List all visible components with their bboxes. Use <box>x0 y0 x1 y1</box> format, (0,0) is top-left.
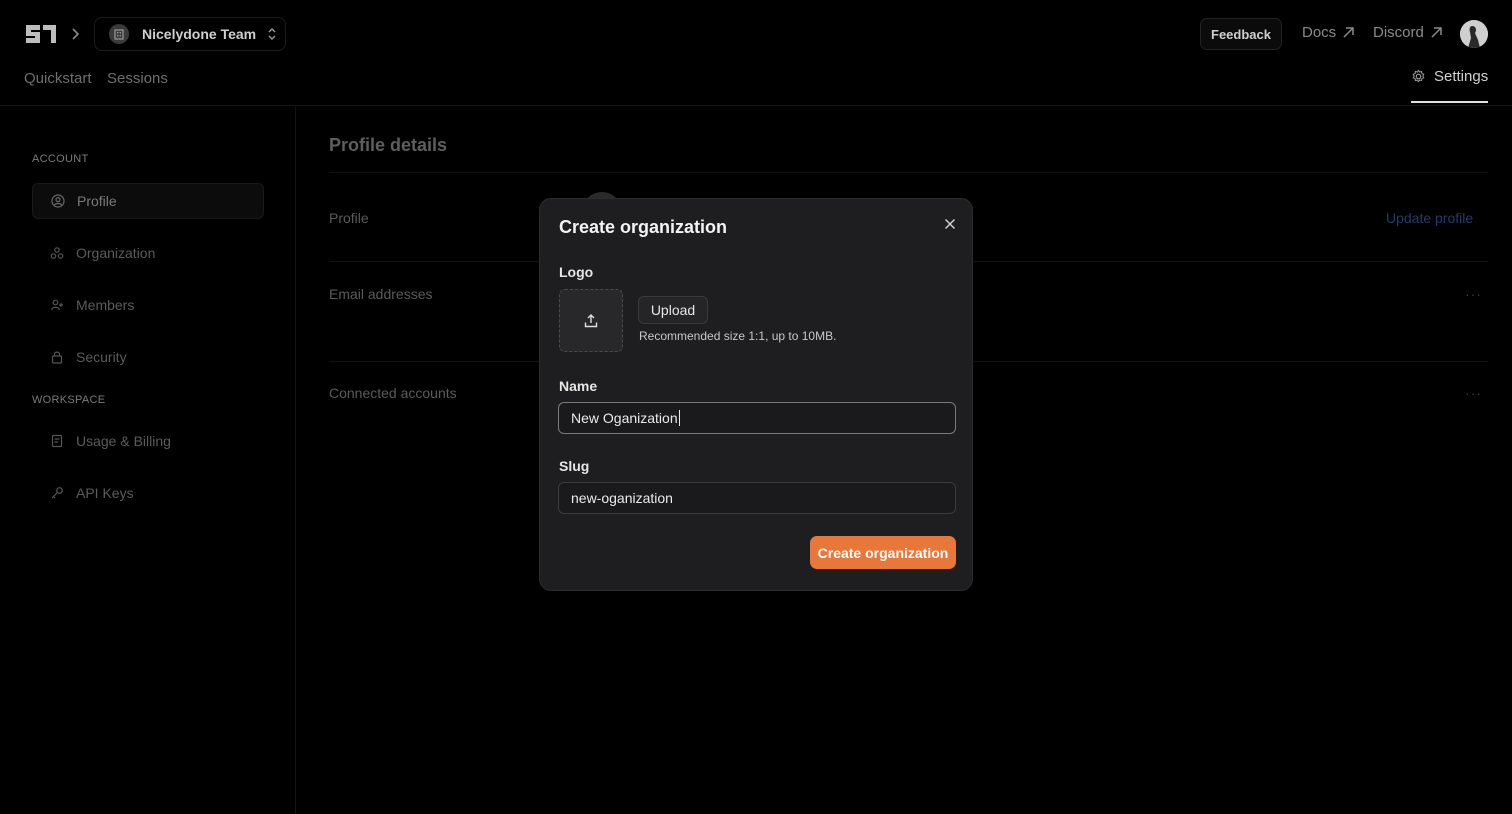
receipt-icon <box>51 434 63 448</box>
arrow-up-right-icon <box>1431 27 1442 38</box>
text-caret <box>678 410 680 426</box>
discord-link[interactable]: Discord <box>1373 24 1443 41</box>
upload-hint: Recommended size 1:1, up to 10MB. <box>639 329 837 343</box>
profile-row-label: Profile <box>329 210 369 226</box>
organization-icon <box>50 247 64 259</box>
arrow-up-right-icon <box>1343 27 1354 38</box>
settings-sidebar: ACCOUNT Profile Organization Members Sec… <box>0 107 296 814</box>
create-organization-dialog: Create organization Logo Upload Recommen… <box>539 198 973 591</box>
logo-label: Logo <box>559 264 594 280</box>
sidebar-item-organization[interactable]: Organization <box>32 235 264 271</box>
sidebar-item-api-keys[interactable]: API Keys <box>32 475 264 511</box>
sidebar-item-label: Security <box>76 349 127 365</box>
top-bar: Nicelydone Team Feedback Docs Discord Qu… <box>0 0 1512 106</box>
active-tab-indicator <box>1411 101 1488 103</box>
sidebar-item-label: Organization <box>76 245 156 261</box>
sidebar-item-label: Usage & Billing <box>76 433 171 449</box>
feedback-button[interactable]: Feedback <box>1200 18 1282 50</box>
upload-button[interactable]: Upload <box>638 296 708 324</box>
sidebar-item-label: API Keys <box>76 485 134 501</box>
sidebar-item-label: Members <box>76 297 135 313</box>
name-input-value: New Oganization <box>571 410 678 426</box>
close-icon[interactable] <box>942 216 958 232</box>
sidebar-item-security[interactable]: Security <box>32 339 264 375</box>
connected-accounts-row-label: Connected accounts <box>329 385 457 401</box>
sidebar-item-profile[interactable]: Profile <box>32 183 264 219</box>
slug-label: Slug <box>559 458 590 474</box>
docs-link-label: Docs <box>1302 24 1337 41</box>
logo-dropzone[interactable] <box>559 289 623 352</box>
email-addresses-row-label: Email addresses <box>329 286 433 302</box>
gear-icon <box>1412 69 1425 83</box>
team-switcher[interactable]: Nicelydone Team <box>94 17 286 51</box>
sidebar-item-members[interactable]: Members <box>32 287 264 323</box>
sidebar-heading-account: ACCOUNT <box>32 153 89 165</box>
app-logo-icon[interactable] <box>24 21 58 47</box>
lock-icon <box>51 351 63 364</box>
building-icon <box>114 28 124 40</box>
create-organization-button[interactable]: Create organization <box>810 536 956 569</box>
user-photo-icon <box>1460 20 1488 48</box>
chevron-right-icon <box>72 28 80 40</box>
docs-link[interactable]: Docs <box>1302 24 1355 41</box>
tab-quickstart[interactable]: Quickstart <box>24 70 92 87</box>
slug-input[interactable]: new-oganization <box>558 482 956 514</box>
dialog-title: Create organization <box>559 217 728 237</box>
slug-input-value: new-oganization <box>571 490 673 506</box>
page-title: Profile details <box>329 135 448 155</box>
chevron-up-down-icon <box>268 28 276 40</box>
team-avatar <box>109 24 129 44</box>
team-name: Nicelydone Team <box>142 26 257 42</box>
tab-settings-label: Settings <box>1434 68 1489 85</box>
name-input[interactable]: New Oganization <box>558 402 956 434</box>
section-divider <box>329 172 1488 173</box>
more-options-icon[interactable]: ··· <box>1465 286 1482 302</box>
update-profile-link[interactable]: Update profile <box>1386 210 1473 226</box>
sidebar-heading-workspace: WORKSPACE <box>32 394 106 406</box>
user-plus-icon <box>50 299 63 311</box>
tab-sessions[interactable]: Sessions <box>107 70 168 87</box>
tab-settings[interactable]: Settings <box>1411 68 1488 85</box>
name-label: Name <box>559 378 598 394</box>
sidebar-item-label: Profile <box>77 193 117 209</box>
key-icon <box>51 487 63 499</box>
sidebar-item-usage-billing[interactable]: Usage & Billing <box>32 423 264 459</box>
discord-link-label: Discord <box>1373 24 1424 41</box>
user-avatar[interactable] <box>1460 20 1488 48</box>
more-options-icon[interactable]: ··· <box>1465 385 1482 401</box>
upload-icon <box>584 313 598 327</box>
user-circle-icon <box>51 194 65 208</box>
